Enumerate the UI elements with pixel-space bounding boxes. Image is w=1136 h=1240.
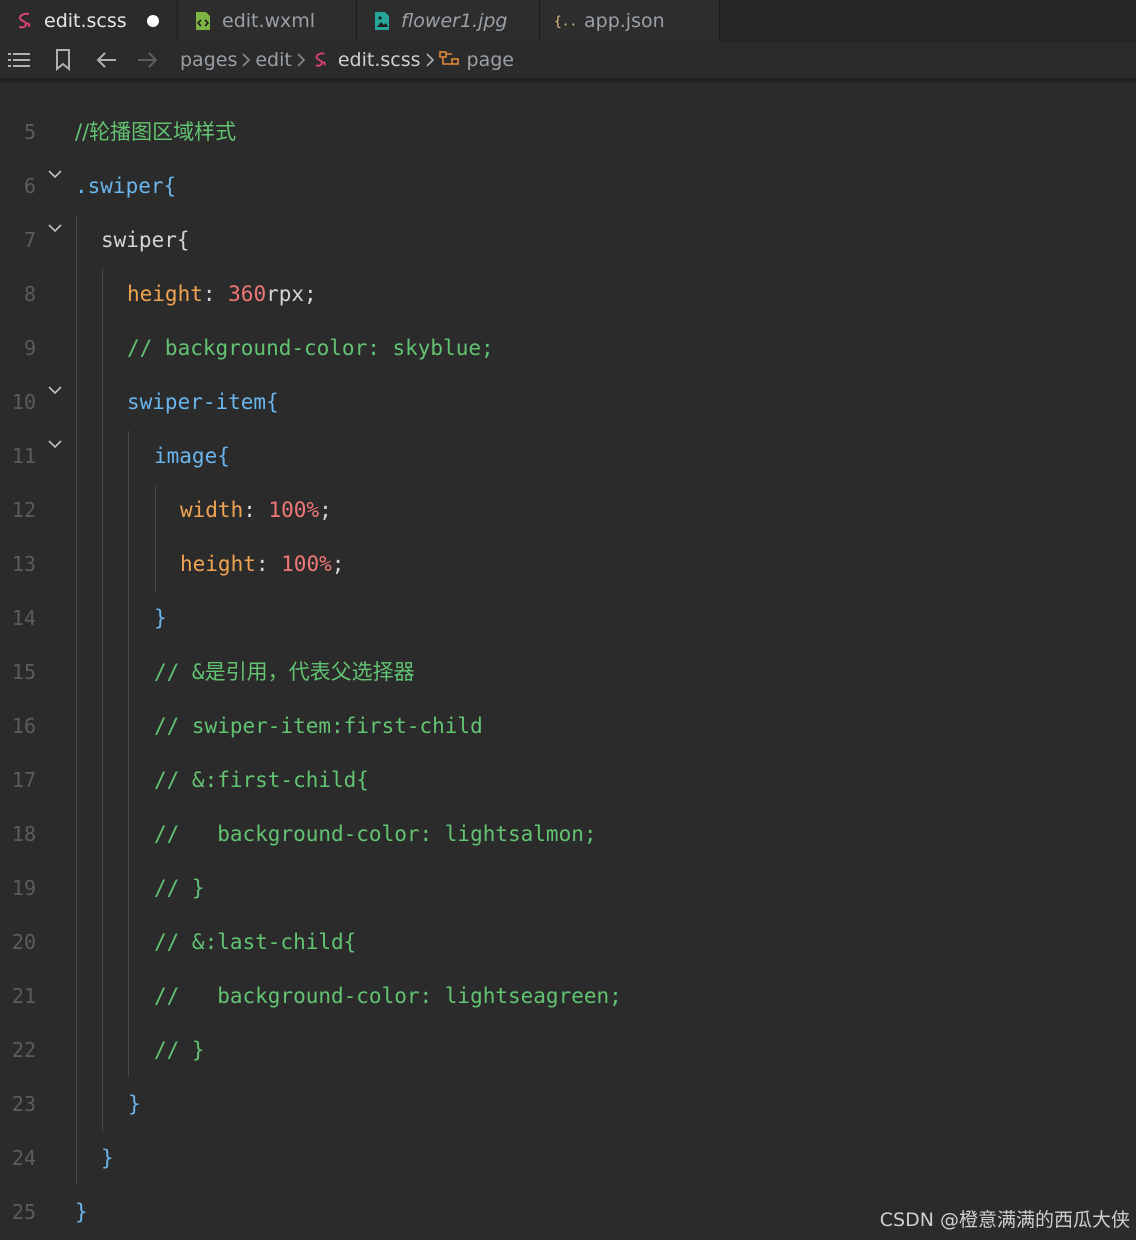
code-line: 24 } <box>0 1077 1136 1170</box>
code-line: 25 } <box>0 1131 1136 1224</box>
code-line: 8 swiper{ <box>0 213 1136 306</box>
code-line: 23 // } <box>0 1023 1136 1116</box>
chevron-right-icon <box>241 52 251 68</box>
code-editor[interactable]: 5 6 //轮播图区域样式 7 .swiper{ 8 swiper{ 9 hei… <box>0 78 1136 1240</box>
code-line: 14 height: 100%; <box>0 537 1136 630</box>
code-line: 11 swiper-item{ <box>0 375 1136 468</box>
back-arrow-icon[interactable] <box>96 49 118 71</box>
sass-icon <box>14 10 36 32</box>
tab-bar: edit.scss edit.wxml flower1.jpg {..} app… <box>0 0 1136 42</box>
code-line: 12 image{ <box>0 429 1136 522</box>
chevron-right-icon <box>425 52 435 68</box>
svg-text:{..}: {..} <box>554 15 576 30</box>
code-line: 6 //轮播图区域样式 <box>0 105 1136 198</box>
code-text: // background-color: lightsalmon; <box>154 822 597 846</box>
code-line: 22 // background-color: lightseagreen; <box>0 969 1136 1062</box>
tab-label: flower1.jpg <box>401 10 508 32</box>
code-line: 15 } <box>0 591 1136 684</box>
code-text: } <box>128 1092 141 1116</box>
code-text: height: 360rpx; <box>127 282 317 306</box>
breadcrumb-file[interactable]: edit.scss <box>338 49 421 71</box>
code-line: 5 <box>0 78 1136 144</box>
css-property: height <box>180 552 256 576</box>
unsaved-dot-icon <box>147 15 159 27</box>
code-text: // } <box>154 876 205 900</box>
chevron-down-icon[interactable] <box>46 429 64 459</box>
code-line: 20 // } <box>0 861 1136 954</box>
code-text: swiper{ <box>101 228 190 252</box>
code-text: // &是引用，代表父选择器 <box>154 660 415 684</box>
code-text: } <box>101 1146 114 1170</box>
tab-label: edit.wxml <box>222 10 316 32</box>
code-line: 7 .swiper{ <box>0 159 1136 252</box>
chevron-down-icon[interactable] <box>46 159 64 189</box>
css-number: 100% <box>281 552 332 576</box>
breadcrumb-symbol[interactable]: page <box>467 49 514 71</box>
symbol-class-icon <box>438 49 461 71</box>
css-number: 360 <box>228 282 267 306</box>
forward-arrow-icon[interactable] <box>136 49 158 71</box>
tab-app-json[interactable]: {..} app.json <box>540 0 720 42</box>
css-property: width <box>180 498 244 522</box>
code-line: 17 // swiper-item:first-child <box>0 699 1136 792</box>
code-line: 10 // background-color: skyblue; <box>0 321 1136 414</box>
breadcrumb-edit[interactable]: edit <box>255 49 291 71</box>
code-text: height: 100%; <box>180 552 345 576</box>
code-line: 19 // background-color: lightsalmon; <box>0 807 1136 900</box>
sass-icon <box>310 49 332 71</box>
code-line: 21 // &:last-child{ <box>0 915 1136 1008</box>
breadcrumb-bar: pages edit edit.scss page <box>0 42 1136 79</box>
code-text: // swiper-item:first-child <box>154 714 483 738</box>
css-number: 100% <box>268 498 320 522</box>
chevron-down-icon[interactable] <box>46 213 64 243</box>
tab-label: app.json <box>584 10 665 32</box>
code-text: swiper-item{ <box>127 390 279 414</box>
code-text: .swiper{ <box>75 174 177 198</box>
code-text: image{ <box>154 444 230 468</box>
code-text: //轮播图区域样式 <box>75 120 237 144</box>
code-text: // background-color: skyblue; <box>127 336 494 360</box>
tab-edit-scss[interactable]: edit.scss <box>0 0 178 42</box>
css-unit: rpx <box>266 282 305 306</box>
code-text: } <box>154 606 167 630</box>
code-text: // &:first-child{ <box>154 768 369 792</box>
code-text: // } <box>154 1038 205 1062</box>
code-text: // &:last-child{ <box>154 930 357 954</box>
tab-bar-empty <box>720 0 1136 42</box>
watermark: CSDN @橙意满满的西瓜大侠 <box>879 1209 1130 1231</box>
bookmark-icon[interactable] <box>52 49 74 71</box>
outline-list-icon[interactable] <box>8 49 30 71</box>
code-line: 18 // &:first-child{ <box>0 753 1136 846</box>
tab-flower1-jpg[interactable]: flower1.jpg <box>357 0 540 42</box>
tab-edit-wxml[interactable]: edit.wxml <box>178 0 357 42</box>
breadcrumb-pages[interactable]: pages <box>180 49 237 71</box>
wxml-icon <box>192 10 214 32</box>
code-line: 9 height: 360rpx; <box>0 267 1136 360</box>
tab-label: edit.scss <box>44 10 127 32</box>
code-text: } <box>75 1200 88 1224</box>
chevron-right-icon <box>296 52 306 68</box>
code-text: // background-color: lightseagreen; <box>154 984 622 1008</box>
code-text: width: 100%; <box>180 498 332 522</box>
json-icon: {..} <box>554 10 576 32</box>
image-icon <box>371 10 393 32</box>
css-property: height <box>127 282 203 306</box>
code-line: 13 width: 100%; <box>0 483 1136 576</box>
code-line: 16 // &是引用，代表父选择器 <box>0 645 1136 738</box>
chevron-down-icon[interactable] <box>46 375 64 405</box>
